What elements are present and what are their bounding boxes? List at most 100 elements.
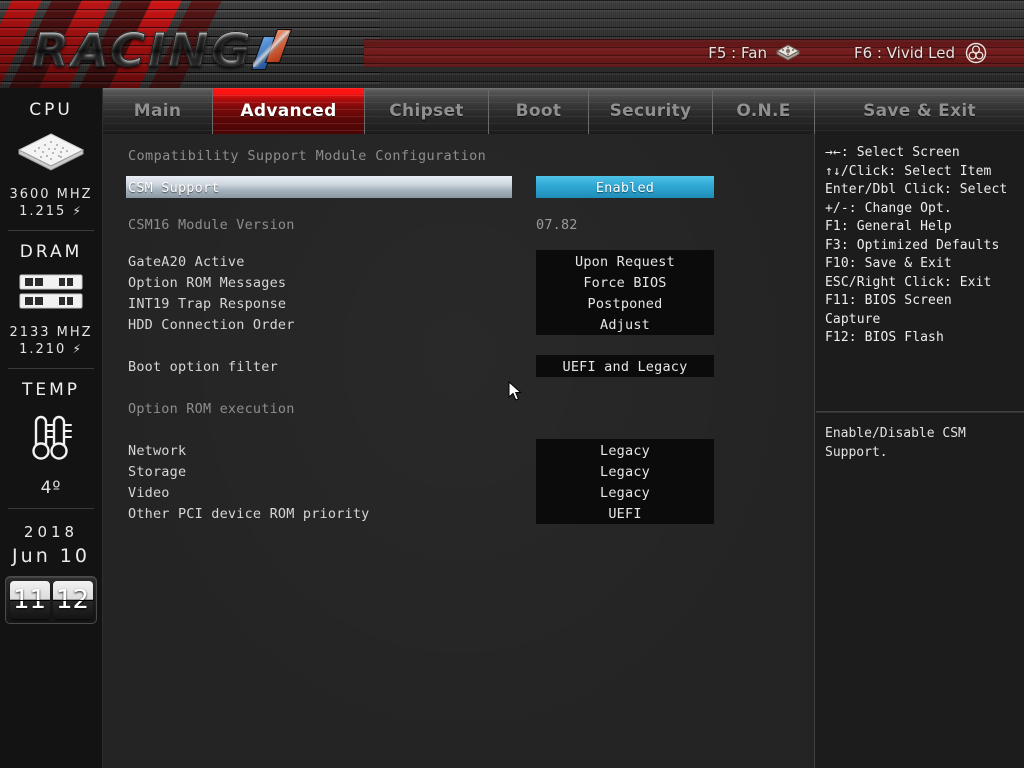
sidebar-datetime-block: 2018 Jun 10 11 12 [0, 508, 102, 634]
hotkey-list: F5 : Fan F6 : Vivid Led [364, 39, 1024, 67]
clock-minutes: 12 [52, 581, 93, 619]
hotkey-f5-fan[interactable]: F5 : Fan [708, 42, 800, 64]
logo-text: RACING [31, 23, 254, 78]
help-key-enter-select: Enter/Dbl Click: Select [825, 182, 1008, 197]
help-divider [816, 411, 1024, 413]
setting-value[interactable]: Legacy [536, 483, 714, 504]
help-key-optimized-defaults: F3: Optimized Defaults [825, 237, 1000, 253]
sidebar-dram-freq: 2133 MHZ [9, 325, 93, 340]
setting-label: Storage [128, 464, 187, 480]
settings-list: CSM Support Enabled CSM16 Module Version… [103, 176, 815, 525]
help-key-esc-exit: ESC/Right Click: Exit [825, 274, 992, 290]
sidebar-clock: 11 12 [5, 576, 97, 624]
hotkey-f6-vivid-led[interactable]: F6 : Vivid Led [854, 42, 988, 64]
setting-label: CSM Support [128, 180, 220, 196]
setting-value[interactable]: UEFI [536, 504, 714, 525]
sidebar-cpu-title: CPU [29, 100, 73, 120]
sidebar-date: 2018 Jun 10 [12, 520, 90, 568]
help-panel: →←: Select Screen ↑↓/Click: Select Item … [816, 134, 1024, 768]
tab-chipset[interactable]: Chipset [365, 88, 489, 134]
setting-value[interactable]: Adjust [536, 315, 714, 336]
setting-row-other-pci-device-rom-priority[interactable]: Other PCI device ROM priority UEFI [103, 502, 815, 525]
setting-label: Option ROM execution [128, 401, 295, 417]
setting-value[interactable]: Legacy [536, 441, 714, 462]
tab-bar: Main Advanced Chipset Boot Security O.N.… [103, 88, 1024, 134]
tab-boot[interactable]: Boot [489, 88, 589, 134]
row-spacer [103, 199, 815, 215]
setting-label: CSM16 Module Version [128, 217, 295, 233]
help-key-general-help: F1: General Help [825, 219, 952, 234]
setting-row-video[interactable]: Video Legacy [103, 481, 815, 504]
help-key-change-opt: +/-: Change Opt. [825, 200, 952, 216]
sidebar-temp-block: TEMP 4º [0, 368, 102, 508]
sidebar-cpu-block: CPU 3600 MHZ 1.215 ⚡ [0, 88, 102, 230]
sidebar-dram-values: 2133 MHZ 1.210 ⚡ [9, 324, 92, 358]
setting-label: Other PCI device ROM priority [128, 506, 370, 522]
cpu-chip-icon [15, 130, 87, 178]
hotkey-f6-label: F6 : Vivid Led [853, 44, 955, 62]
setting-label: Boot option filter [128, 359, 278, 375]
setting-row-hdd-connection-order[interactable]: HDD Connection Order Adjust [103, 313, 815, 336]
setting-value[interactable]: Enabled [536, 178, 714, 199]
bios-screen: RACING F5 : Fan F6 : Vivid Led Main Adva… [0, 0, 1024, 768]
setting-value[interactable]: Legacy [536, 462, 714, 483]
setting-value: 07.82 [536, 217, 578, 233]
sidebar-dram-block: DRAM 2133 MHZ 1.210 ⚡ [0, 230, 102, 368]
help-key-save-exit: F10: Save & Exit [825, 256, 952, 271]
tab-security[interactable]: Security [589, 88, 713, 134]
setting-label: Video [128, 485, 170, 501]
setting-label: HDD Connection Order [128, 317, 295, 333]
sidebar-date-day: Jun 10 [12, 545, 90, 567]
setting-row-option-rom-messages[interactable]: Option ROM Messages Force BIOS [103, 271, 815, 294]
setting-label: INT19 Trap Response [128, 296, 287, 312]
hotkey-f5-label: F5 : Fan [708, 44, 767, 62]
tab-main[interactable]: Main [103, 88, 213, 134]
setting-label: Network [128, 443, 187, 459]
header-banner: RACING F5 : Fan F6 : Vivid Led [0, 0, 1024, 88]
setting-row-gatea20-active[interactable]: GateA20 Active Upon Request [103, 250, 815, 273]
help-key-bios-flash: F12: BIOS Flash [825, 330, 944, 345]
setting-row-csm-support[interactable]: CSM Support Enabled [103, 176, 815, 199]
settings-panel: Compatibility Support Module Configurati… [103, 134, 815, 768]
setting-row-boot-option-filter[interactable]: Boot option filter UEFI and Legacy [103, 355, 815, 378]
help-description: Enable/Disable CSM Support. [825, 426, 966, 460]
sidebar-cpu-values: 3600 MHZ 1.215 ⚡ [9, 186, 92, 220]
setting-value[interactable]: UEFI and Legacy [536, 357, 714, 378]
racing-logo: RACING [31, 23, 295, 78]
sidebar-dram-title: DRAM [19, 242, 83, 262]
row-spacer [103, 378, 815, 399]
help-key-list: →←: Select Screen ↑↓/Click: Select Item … [816, 134, 1024, 348]
help-key-select-screen: →←: Select Screen [825, 145, 960, 160]
sidebar-temp-title: TEMP [21, 380, 81, 400]
sidebar-dram-voltage: 1.210 ⚡ [19, 342, 83, 357]
setting-value[interactable]: Force BIOS [536, 273, 714, 294]
setting-row-int19-trap-response[interactable]: INT19 Trap Response Postponed [103, 292, 815, 315]
dram-module-icon [18, 272, 84, 316]
sidebar-date-year: 2018 [23, 523, 79, 541]
row-spacer [103, 420, 815, 441]
setting-value[interactable]: Upon Request [536, 252, 714, 273]
thermometer-icon [18, 410, 84, 470]
setting-row-csm16-module-version: CSM16 Module Version 07.82 [103, 215, 815, 236]
help-key-select-item: ↑↓/Click: Select Item [825, 163, 992, 179]
help-key-bios-screen: F11: BIOS Screen [825, 293, 952, 308]
setting-value[interactable]: Postponed [536, 294, 714, 315]
section-title: Compatibility Support Module Configurati… [128, 148, 487, 164]
tab-advanced[interactable]: Advanced [213, 88, 365, 134]
setting-row-network[interactable]: Network Legacy [103, 439, 815, 462]
help-key-capture: Capture [825, 311, 881, 327]
setting-group-option-rom-execution: Option ROM execution [103, 399, 815, 420]
row-spacer [103, 336, 815, 357]
setting-row-storage[interactable]: Storage Legacy [103, 460, 815, 483]
clock-hours: 11 [9, 581, 50, 619]
tab-save-and-exit[interactable]: Save & Exit [815, 88, 1024, 134]
mouse-pointer-icon [508, 380, 524, 403]
sidebar-cpu-freq: 3600 MHZ [9, 187, 93, 202]
racing-x-emblem-icon [249, 27, 295, 73]
setting-label: GateA20 Active [128, 254, 245, 270]
sidebar-temp-value: 4º [40, 478, 62, 498]
tab-one[interactable]: O.N.E [713, 88, 815, 134]
led-icon [964, 42, 988, 64]
status-sidebar: CPU 3600 MHZ 1.215 ⚡ DRAM 2133 MHZ 1.210… [0, 88, 103, 768]
setting-label: Option ROM Messages [128, 275, 287, 291]
